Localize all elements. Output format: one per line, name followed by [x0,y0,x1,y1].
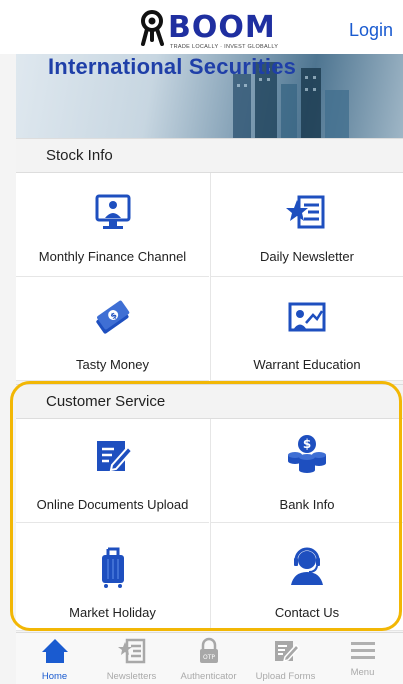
coins-dollar-icon: $ [288,435,326,473]
tab-menu[interactable]: Menu [324,633,401,684]
tile-contact-us[interactable]: Contact Us [210,523,403,631]
app-header: BOOM TRADE LOCALLY · INVEST GLOBALLY Log… [0,0,403,54]
pencil-document-icon [96,441,133,472]
boom-logo[interactable]: BOOM TRADE LOCALLY · INVEST GLOBALLY [138,10,298,54]
tile-label: Tasty Money [76,357,149,372]
pencil-document-icon [274,641,300,663]
tab-label: Authenticator [180,671,237,682]
stock-info-grid: Monthly Finance Channel Daily Newsletter… [16,173,403,381]
tile-label: Bank Info [279,497,335,512]
otp-lock-icon: OTP [199,637,218,663]
customer-service-grid: Online Documents Upload $ Bank Info Mark… [16,419,403,631]
tile-monthly-finance-channel[interactable]: Monthly Finance Channel [16,173,209,277]
section-customer-service: Customer Service [16,384,403,419]
monitor-presenter-icon [95,194,130,229]
banner-title: International Securities [48,54,297,79]
tile-label: Contact Us [274,605,340,620]
teacher-board-icon [288,302,326,332]
tab-label: Newsletters [106,671,157,682]
section-stock-info: Stock Info [16,138,403,173]
promo-banner[interactable]: International Securities [16,54,403,138]
bottom-tab-bar: Home Newsletters OTP Authenticator Uploa… [16,632,403,684]
logo-wordmark: BOOM [168,10,276,45]
newsletter-star-icon [286,195,325,229]
tab-home[interactable]: Home [16,633,93,684]
tab-label: Upload Forms [255,671,316,682]
section-title: Stock Info [46,147,113,164]
luggage-icon [101,547,124,588]
tab-label: Menu [350,667,375,678]
tab-label: Home [41,671,68,682]
logo-figure-icon [141,10,164,46]
tile-label: Warrant Education [253,357,361,372]
logo-tagline: TRADE LOCALLY · INVEST GLOBALLY [170,44,279,50]
tab-authenticator[interactable]: OTP Authenticator [170,633,247,684]
menu-icon [350,642,375,659]
tile-label: Monthly Finance Channel [38,249,187,264]
tile-warrant-education[interactable]: Warrant Education [210,277,403,381]
tile-market-holiday[interactable]: Market Holiday [16,523,209,631]
headset-agent-icon [291,547,323,585]
tile-tasty-money[interactable]: $ Tasty Money [16,277,209,381]
tile-bank-info[interactable]: $ Bank Info [210,419,403,523]
tile-online-documents-upload[interactable]: Online Documents Upload [16,419,209,523]
newsletter-icon [117,638,145,664]
home-icon [41,639,68,663]
tab-upload-forms[interactable]: Upload Forms [247,633,324,684]
tile-label: Daily Newsletter [260,249,354,264]
section-title: Customer Service [46,393,166,410]
app-screen: BOOM TRADE LOCALLY · INVEST GLOBALLY Log… [0,0,403,684]
tile-label: Online Documents Upload [36,497,189,512]
svg-text:$: $ [303,437,311,451]
tile-daily-newsletter[interactable]: Daily Newsletter [210,173,403,277]
svg-text:OTP: OTP [202,654,214,661]
money-hand-icon: $ [95,300,129,334]
tab-newsletters[interactable]: Newsletters [93,633,170,684]
tile-label: Market Holiday [69,605,156,620]
login-link[interactable]: Login [349,20,393,41]
